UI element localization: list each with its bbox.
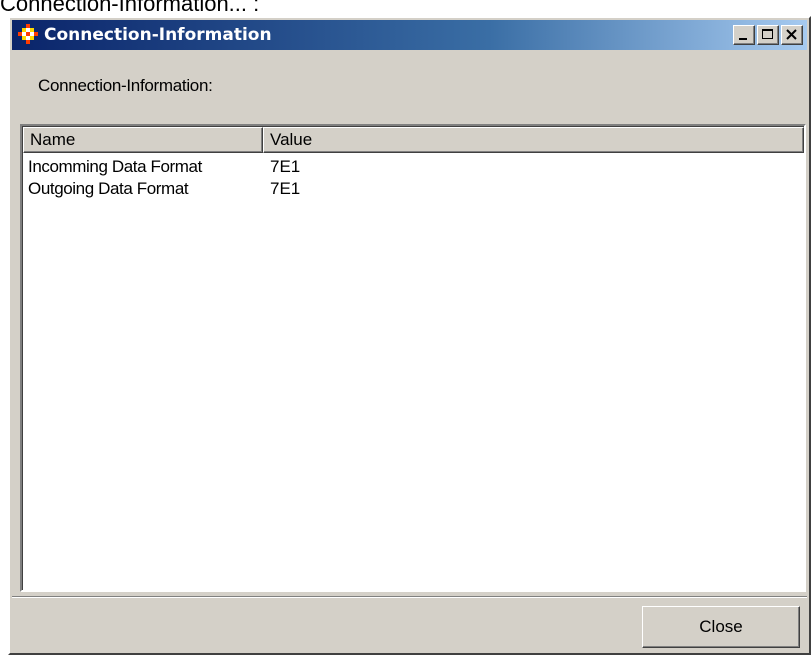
list-item-name: Outgoing Data Format: [28, 179, 189, 198]
column-header-value[interactable]: Value: [263, 127, 804, 153]
title-bar[interactable]: Connection-Information: [12, 20, 807, 50]
list-rows: Incomming Data Format 7E1 Outgoing Data …: [28, 156, 804, 200]
minimize-button[interactable]: [733, 25, 755, 45]
footer-separator: [12, 596, 807, 598]
list-item-value: 7E1: [270, 157, 301, 176]
list-header: Name Value: [23, 127, 804, 153]
app-diamond-icon[interactable]: [16, 23, 40, 47]
maximize-icon: [762, 29, 773, 39]
minimize-icon: [739, 38, 747, 40]
dialog-window: Connection-Information Connection-Inform…: [8, 16, 811, 655]
list-item-name: Incomming Data Format: [28, 157, 202, 176]
list-item[interactable]: Outgoing Data Format 7E1: [28, 178, 804, 200]
column-header-name[interactable]: Name: [23, 127, 263, 153]
list-item[interactable]: Incomming Data Format 7E1: [28, 156, 804, 178]
connection-info-list[interactable]: Name Value Incomming Data Format 7E1 Out…: [20, 124, 806, 592]
close-button[interactable]: Close: [642, 606, 800, 648]
close-window-button[interactable]: [781, 25, 803, 45]
caption-text: Connection-Information... :: [0, 0, 260, 16]
page: Connection-Information... : Connection-I…: [0, 0, 811, 655]
list-item-value: 7E1: [270, 179, 301, 198]
connection-information-label: Connection-Information:: [38, 76, 213, 95]
window-title: Connection-Information: [44, 25, 272, 45]
maximize-button[interactable]: [757, 25, 779, 45]
close-icon: [786, 29, 797, 40]
